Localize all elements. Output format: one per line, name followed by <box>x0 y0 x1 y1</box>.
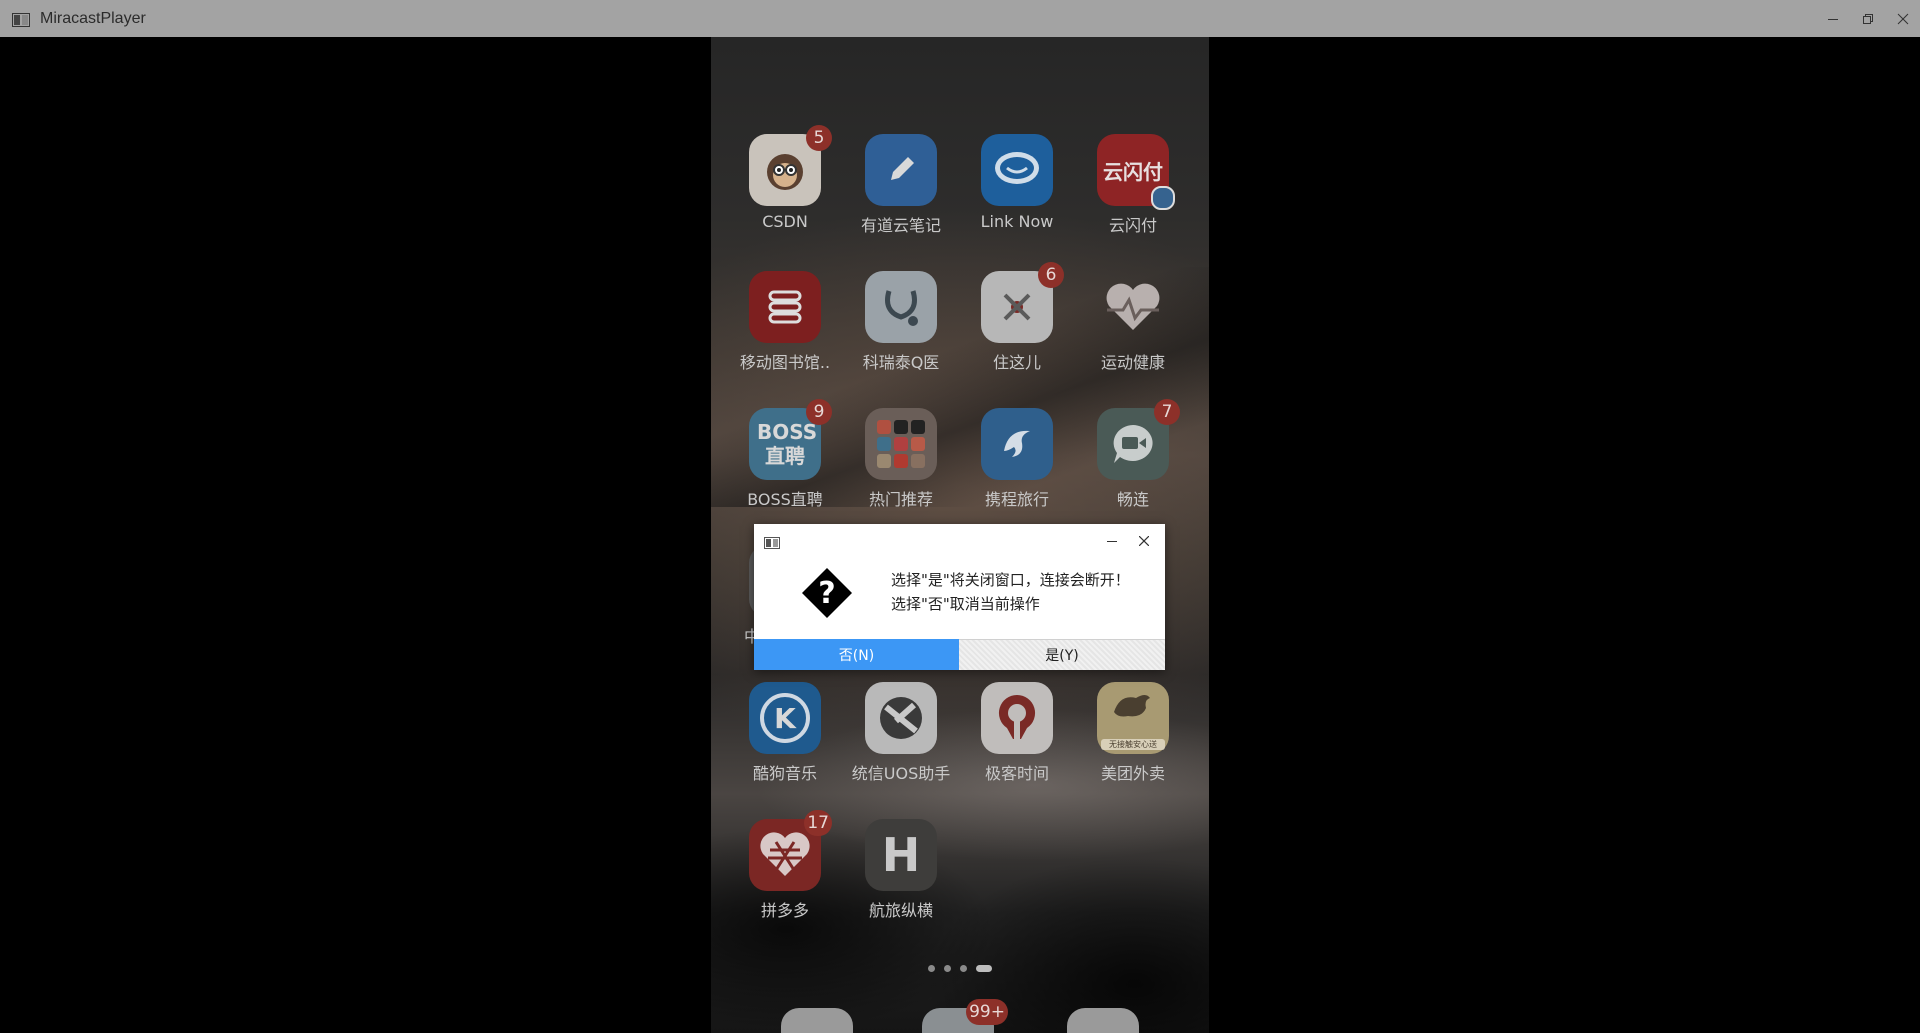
notification-badge: 17 <box>804 810 832 836</box>
question-icon: ? <box>800 566 854 620</box>
kugou-logo-text: K <box>774 701 796 735</box>
phone-icon[interactable] <box>781 1008 853 1033</box>
boss-zhipin-icon: BOSS 直聘 9 <box>749 399 832 480</box>
link-now-chat-icon <box>981 134 1053 206</box>
app-label: 云闪付 <box>1108 216 1157 235</box>
unionpay-logo-text: 云闪付 <box>1103 159 1163 184</box>
app-label: 热门推荐 <box>868 490 933 509</box>
notification-badge: 7 <box>1154 399 1180 425</box>
app-label: CSDN <box>762 212 808 231</box>
close-button[interactable] <box>1886 0 1920 37</box>
dialog-close-button[interactable] <box>1132 530 1156 552</box>
svg-text:?: ? <box>818 576 835 611</box>
app-hanglv[interactable]: H 航旅纵横 <box>843 819 959 921</box>
app-ctrip[interactable]: 携程旅行 <box>959 408 1075 510</box>
app-icon <box>764 534 780 549</box>
csdn-monkey-icon: 5 <box>749 125 832 206</box>
app-meituan[interactable]: 无接触安心送 美团外卖 <box>1075 682 1191 784</box>
boss-logo-text: BOSS 直聘 <box>757 420 818 468</box>
close-icon <box>1139 536 1149 546</box>
app-link-now[interactable]: Link Now <box>959 134 1075 231</box>
app-boss-zhipin[interactable]: BOSS 直聘 9 BOSS直聘 <box>727 399 843 510</box>
app-label: 极客时间 <box>984 764 1049 783</box>
app-health[interactable]: 运动健康 <box>1075 271 1191 373</box>
app-label: 畅连 <box>1116 490 1149 509</box>
minimize-icon <box>1107 541 1117 542</box>
hanglv-icon: H <box>865 819 937 891</box>
app-label: 有道云笔记 <box>860 216 941 235</box>
app-label: 携程旅行 <box>984 490 1049 509</box>
dialog-message-line1: 选择"是"将关闭窗口，连接会断开！ <box>891 571 1130 589</box>
yes-button[interactable]: 是(Y) <box>959 639 1165 670</box>
notification-badge: 5 <box>806 125 832 151</box>
kangaroo-icon: 无接触安心送 <box>1097 682 1169 754</box>
app-unionpay[interactable]: 云闪付 云闪付 <box>1075 134 1191 236</box>
minimize-icon <box>1828 18 1838 20</box>
meituan-slogan-text: 无接触安心送 <box>1101 739 1165 750</box>
app-zhuzheer[interactable]: 6 住这儿 <box>959 262 1075 373</box>
minimize-button[interactable] <box>1816 0 1850 37</box>
unionpay-icon: 云闪付 <box>1097 134 1175 210</box>
kugou-k-icon: K <box>749 682 821 754</box>
app-mobile-library[interactable]: 移动图书馆.. <box>727 271 843 373</box>
uos-assistant-icon <box>865 682 937 754</box>
notification-badge: 99+ <box>966 999 1008 1025</box>
app-label: 统信UOS助手 <box>851 764 951 783</box>
window-title: MiracastPlayer <box>40 9 146 27</box>
stethoscope-icon <box>865 271 937 343</box>
library-books-icon <box>749 271 821 343</box>
app-label: 移动图书馆.. <box>739 353 831 372</box>
dolphin-icon <box>981 408 1053 480</box>
app-label: 酷狗音乐 <box>752 764 817 783</box>
page-dot <box>928 965 935 972</box>
restore-icon <box>1863 13 1873 24</box>
page-indicator[interactable] <box>711 965 1209 972</box>
zhuzheer-icon: 6 <box>981 262 1064 343</box>
messages-icon[interactable]: 99+ <box>922 999 1008 1033</box>
restore-button[interactable] <box>1851 0 1885 37</box>
app-label: 科瑞泰Q医 <box>862 353 940 372</box>
confirm-close-dialog: ? 选择"是"将关闭窗口，连接会断开！ 选择"否"取消当前操作 否(N) 是(Y… <box>754 524 1165 670</box>
app-label: 住这儿 <box>992 353 1041 372</box>
camera-icon[interactable] <box>1067 1008 1139 1033</box>
app-label: 运动健康 <box>1100 353 1165 372</box>
kugou-ring: K <box>760 693 810 743</box>
geek-time-icon <box>981 682 1053 754</box>
app-pinduoduo[interactable]: 17 拼多多 <box>727 810 843 921</box>
youdao-pen-icon <box>865 134 937 206</box>
app-label: Link Now <box>980 212 1054 231</box>
title-bar: MiracastPlayer <box>0 0 1920 37</box>
heart-icon <box>1097 271 1169 343</box>
dialog-minimize-button[interactable] <box>1100 530 1124 552</box>
notification-badge: 9 <box>806 399 832 425</box>
page-dot <box>944 965 951 972</box>
page-dot <box>960 965 967 972</box>
app-kuiruitai[interactable]: 科瑞泰Q医 <box>843 271 959 373</box>
app-label: 航旅纵横 <box>868 901 933 920</box>
video-chat-icon: 7 <box>1097 399 1180 480</box>
app-uos-assistant[interactable]: 统信UOS助手 <box>843 682 959 784</box>
verified-check-icon <box>1151 186 1175 210</box>
page-dot-active <box>976 965 992 972</box>
app-label: BOSS直聘 <box>747 490 823 509</box>
dialog-message-line2: 选择"否"取消当前操作 <box>891 595 1040 613</box>
app-label: 拼多多 <box>760 901 809 920</box>
app-csdn[interactable]: 5 CSDN <box>727 125 843 231</box>
folder-grid-icon <box>865 408 937 480</box>
close-icon <box>1897 13 1909 24</box>
folder-hot-recommend[interactable]: 热门推荐 <box>843 408 959 510</box>
app-geek-time[interactable]: 极客时间 <box>959 682 1075 784</box>
app-kugou[interactable]: K 酷狗音乐 <box>727 682 843 784</box>
app-icon <box>12 12 30 27</box>
notification-badge: 6 <box>1038 262 1064 288</box>
app-label: 美团外卖 <box>1100 764 1165 783</box>
hanglv-logo-text: H <box>881 828 921 882</box>
dialog-message: 选择"是"将关闭窗口，连接会断开！ 选择"否"取消当前操作 <box>891 568 1130 616</box>
no-button[interactable]: 否(N) <box>754 639 959 670</box>
app-changlian[interactable]: 7 畅连 <box>1075 399 1191 510</box>
pinduoduo-heart-icon: 17 <box>749 810 832 891</box>
app-youdao-note[interactable]: 有道云笔记 <box>843 134 959 236</box>
